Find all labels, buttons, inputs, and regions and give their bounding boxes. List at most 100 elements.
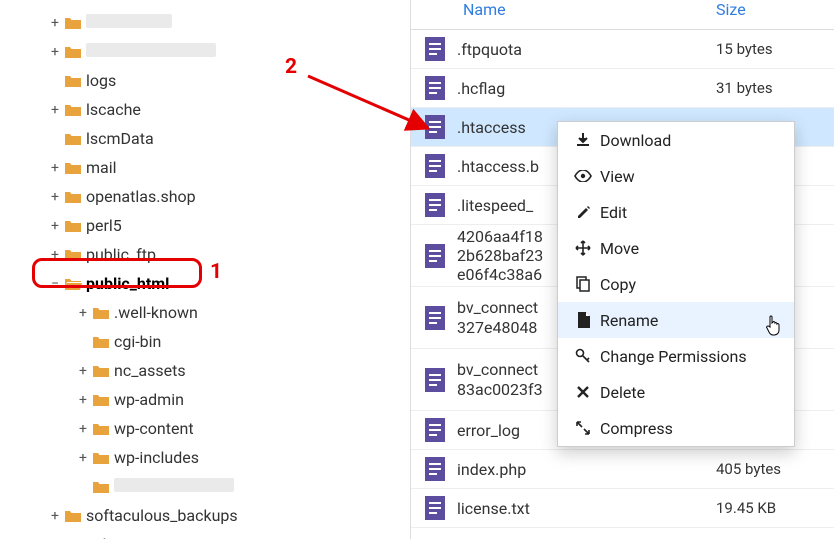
tree-label: wp-includes [114,448,199,467]
file-row[interactable]: .ftpquota15 bytes [411,30,834,69]
tree-item[interactable]: + [10,8,410,37]
file-row[interactable]: index.php405 bytes [411,450,834,489]
folder-icon [92,480,110,494]
compress-icon [572,420,594,436]
ctx-compress[interactable]: Compress [558,410,794,446]
spacer [76,480,90,494]
document-icon [425,193,445,217]
expand-icon[interactable]: + [48,190,62,204]
ctx-label: Copy [600,275,636,294]
eye-icon [572,170,594,182]
expand-icon[interactable]: + [48,45,62,59]
tree-label: mail [86,158,117,177]
expand-icon[interactable]: + [48,248,62,262]
redacted-label [114,478,234,492]
tree-item[interactable]: + public_ftp [10,240,410,269]
tree-label: wp-admin [114,390,184,409]
tree-label: public_ftp [86,245,156,264]
ctx-change-permissions[interactable]: Change Permissions [558,338,794,374]
pencil-icon [572,205,594,220]
tree-item[interactable]: + nc_assets [10,356,410,385]
file-list: Name Size .ftpquota15 bytes.hcflag31 byt… [410,0,834,539]
tree-item[interactable]: + perl5 [10,211,410,240]
expand-icon[interactable]: + [76,422,90,436]
tree-item[interactable]: + ssl [10,530,410,539]
folder-icon [64,248,82,262]
expand-icon[interactable]: + [76,364,90,378]
expand-icon[interactable]: + [48,16,62,30]
tree-label: nc_assets [114,361,186,380]
tree-item[interactable]: + wp-admin [10,385,410,414]
expand-icon[interactable]: + [48,219,62,233]
expand-icon[interactable]: + [48,161,62,175]
document-icon [425,418,445,442]
expand-icon[interactable]: + [48,103,62,117]
tree-item[interactable]: + wp-includes [10,443,410,472]
expand-icon[interactable]: + [76,306,90,320]
tree-item[interactable]: + lscache [10,95,410,124]
copy-icon [572,276,594,292]
folder-icon [64,219,82,233]
download-icon [572,132,594,148]
ctx-download[interactable]: Download [558,122,794,158]
folder-icon [92,364,110,378]
tree-item[interactable] [10,472,410,501]
tree-item[interactable]: + mail [10,153,410,182]
expand-icon[interactable]: + [48,509,62,523]
key-icon [572,348,594,364]
ctx-label: View [600,167,635,186]
ctx-label: Delete [600,383,645,402]
tree-label: openatlas.shop [86,187,196,206]
collapse-icon[interactable]: − [48,277,62,291]
tree-item[interactable]: + [10,37,410,66]
tree-label: ssl [86,535,106,539]
tree-item[interactable]: + wp-content [10,414,410,443]
context-menu: Download View Edit Move Copy Rename [557,121,795,447]
ctx-label: Edit [600,203,627,222]
tree-item[interactable]: + softaculous_backups [10,501,410,530]
document-icon [425,244,445,268]
file-name: .ftpquota [457,40,716,59]
sort-name[interactable]: Name [463,0,506,19]
tree-item[interactable]: lscmData [10,124,410,153]
ctx-move[interactable]: Move [558,230,794,266]
ctx-rename[interactable]: Rename [558,302,794,338]
ctx-view[interactable]: View [558,158,794,194]
folder-icon [64,509,82,523]
document-icon [425,306,445,330]
document-icon [425,368,445,392]
tree-item[interactable]: cgi-bin [10,327,410,356]
ctx-label: Rename [600,311,658,330]
ctx-delete[interactable]: Delete [558,374,794,410]
file-list-header: Name Size [411,0,834,30]
tree-item[interactable]: + .well-known [10,298,410,327]
expand-icon[interactable]: + [76,451,90,465]
document-icon [425,496,445,520]
document-icon [425,37,445,61]
tree-label: lscache [86,100,141,119]
folder-icon [92,451,110,465]
file-size: 15 bytes [716,40,826,58]
tree-item[interactable]: − public_html [10,269,410,298]
file-name: index.php [457,460,716,479]
file-size: 31 bytes [716,79,826,97]
sort-size[interactable]: Size [716,0,746,19]
file-size: 405 bytes [716,460,826,478]
ctx-edit[interactable]: Edit [558,194,794,230]
folder-open-icon [64,277,82,291]
ctx-copy[interactable]: Copy [558,266,794,302]
tree-label: perl5 [86,216,122,235]
expand-icon[interactable]: + [76,393,90,407]
file-row[interactable]: .hcflag31 bytes [411,69,834,108]
document-icon [425,76,445,100]
move-icon [572,240,594,256]
file-row[interactable]: license.txt19.45 KB [411,489,834,528]
tree-item[interactable]: + openatlas.shop [10,182,410,211]
spacer [76,335,90,349]
tree-item[interactable]: logs [10,66,410,95]
folder-icon [64,190,82,204]
spacer [48,74,62,88]
tree-label [114,477,234,496]
ctx-label: Change Permissions [600,347,747,366]
folder-icon [64,132,82,146]
